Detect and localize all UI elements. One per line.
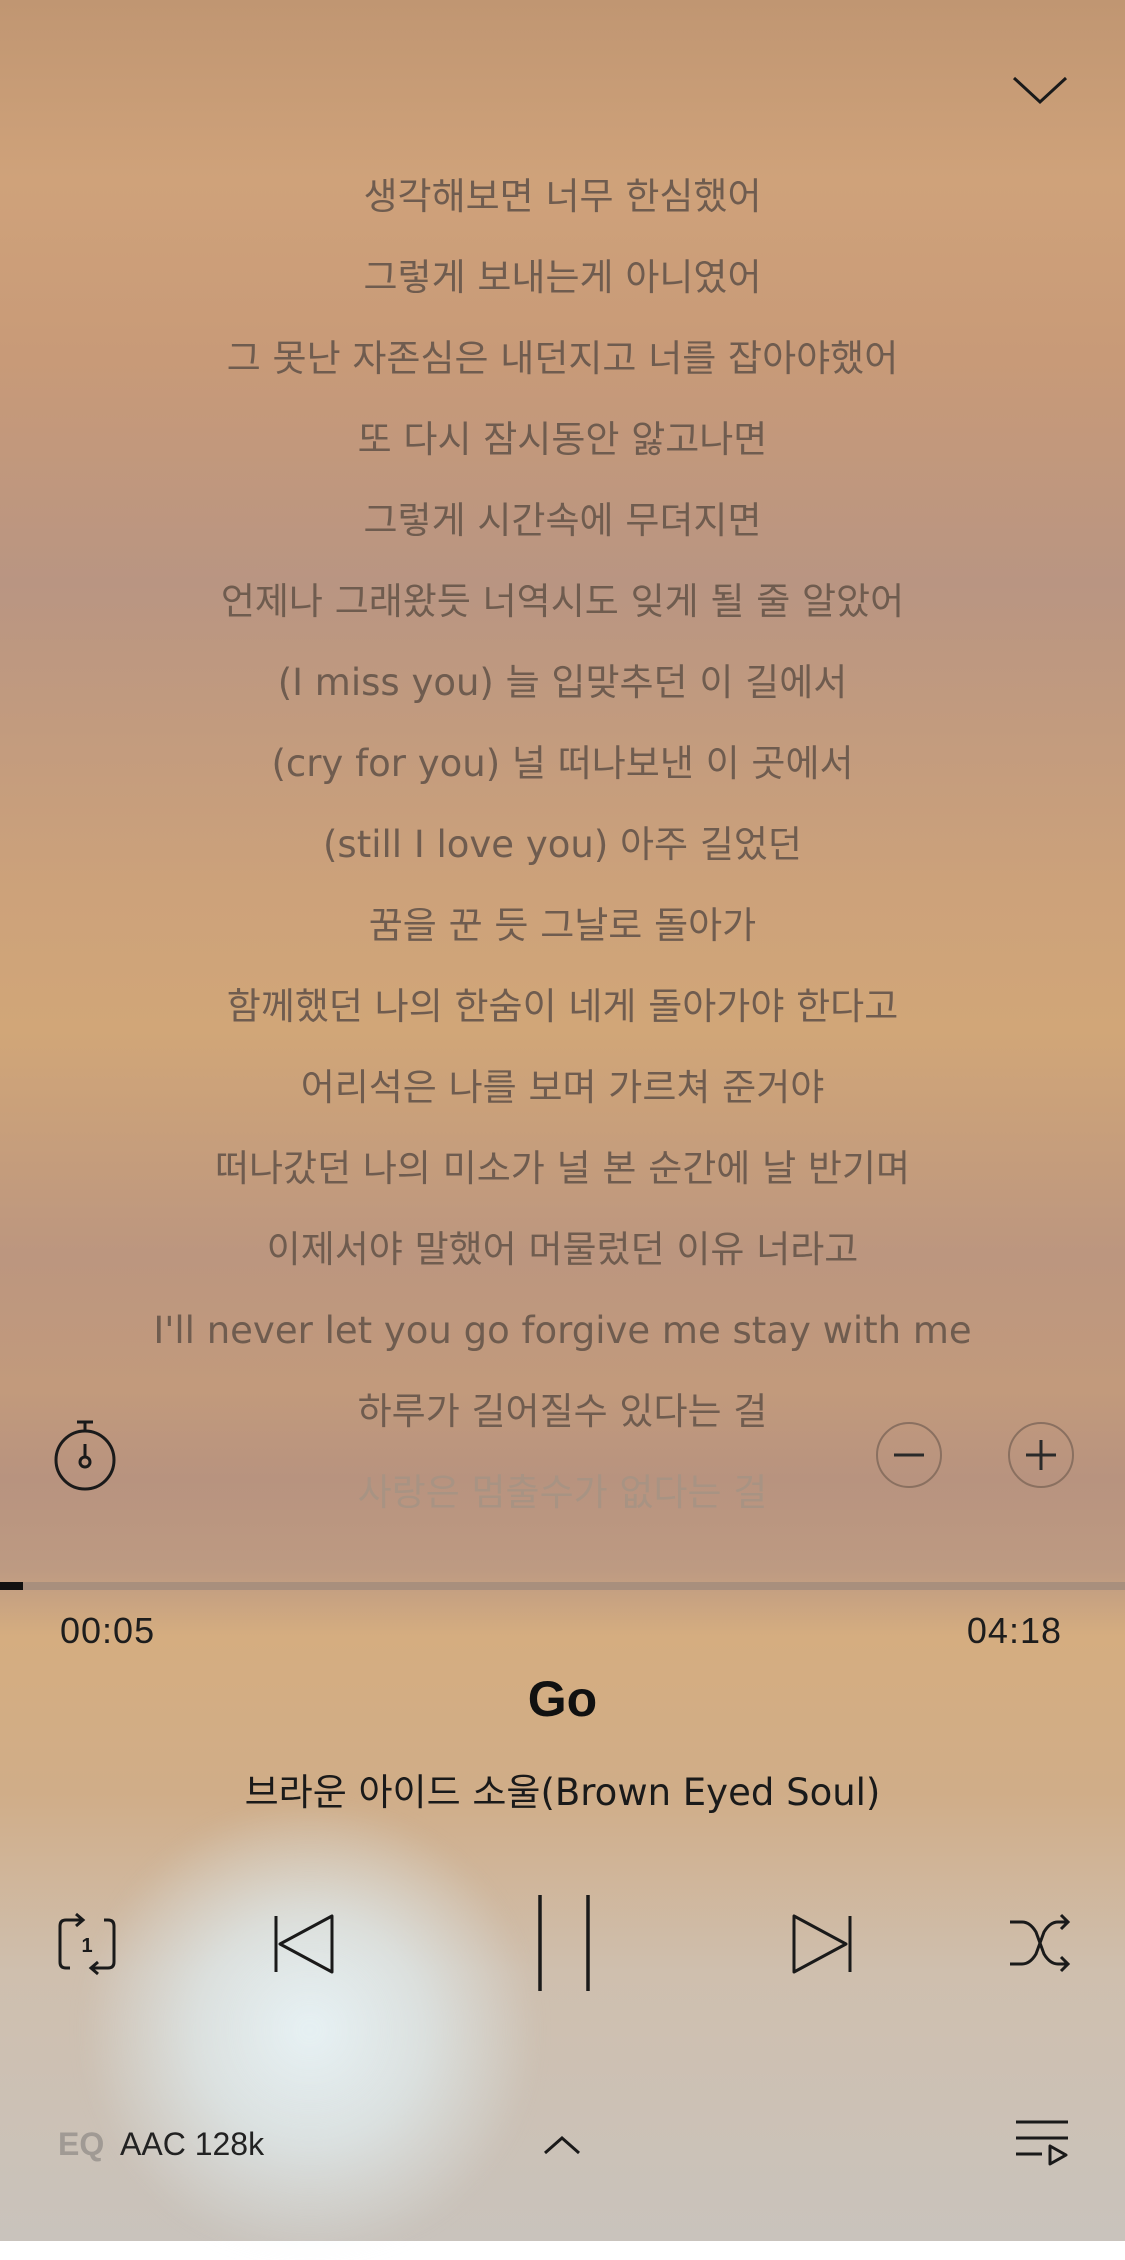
shuffle-button[interactable]	[1008, 1912, 1072, 1974]
playlist-icon	[1016, 2120, 1068, 2166]
plus-icon	[1026, 1440, 1056, 1470]
background-glow	[80, 1800, 540, 2260]
expand-button[interactable]	[542, 2134, 582, 2156]
lyrics-panel[interactable]: 생각해보면 너무 한심했어 그렇게 보내는게 아니였어 그 못난 자존심은 내던…	[0, 162, 1125, 1539]
progress-bar[interactable]	[0, 1582, 1125, 1590]
decrease-lyric-size-button[interactable]	[876, 1422, 942, 1488]
collapse-button[interactable]	[1010, 70, 1070, 110]
progress-fill	[0, 1582, 23, 1590]
repeat-one-icon: 1	[58, 1912, 116, 1976]
lyric-line: 어리석은 나를 보며 가르쳐 준거야	[300, 1066, 825, 1109]
lyric-line: 이제서야 말했어 머물렀던 이유 너라고	[266, 1228, 859, 1271]
lyric-line: (still I love you) 아주 길었던	[323, 823, 802, 866]
repeat-button[interactable]: 1	[56, 1912, 118, 1976]
lyric-line: 또 다시 잠시동안 앓고나면	[357, 418, 768, 461]
lyric-line: 사랑은 멈출수가 없다는 걸	[357, 1471, 768, 1514]
lyric-line: 그렇게 보내는게 아니였어	[363, 256, 762, 299]
lyric-line: 꿈을 꾼 듯 그날로 돌아가	[368, 904, 757, 947]
sleep-timer-button[interactable]	[52, 1418, 118, 1492]
lyric-line: 하루가 길어질수 있다는 걸	[357, 1390, 768, 1433]
shuffle-icon	[1010, 1913, 1071, 1973]
song-title: Go	[527, 1671, 598, 1727]
chevron-up-icon	[544, 2135, 580, 2155]
lyric-line: 떠나갔던 나의 미소가 널 본 순간에 날 반기며	[214, 1147, 911, 1190]
total-duration: 04:18	[966, 1610, 1062, 1651]
pause-icon	[538, 1895, 590, 1991]
lyric-line: 그렇게 시간속에 무뎌지면	[363, 499, 762, 542]
chevron-down-icon	[1012, 76, 1068, 105]
artist-name[interactable]: 브라운 아이드 소울(Brown Eyed Soul)	[0, 1762, 1125, 1816]
svg-text:1: 1	[81, 1935, 92, 1957]
lyric-line: (cry for you) 널 떠나보낸 이 곳에서	[271, 742, 854, 785]
timer-icon	[54, 1420, 116, 1491]
next-button[interactable]	[790, 1912, 854, 1976]
lyric-line: 생각해보면 너무 한심했어	[363, 175, 762, 218]
pause-button[interactable]	[534, 1892, 594, 1994]
lyric-line: 언제나 그래왔듯 너역시도 잊게 될 줄 알았어	[220, 580, 905, 623]
lyric-line: I'll never let you go forgive me stay wi…	[153, 1309, 972, 1352]
eq-button[interactable]: EQ	[58, 2126, 104, 2163]
previous-button[interactable]	[272, 1912, 336, 1976]
next-track-icon	[792, 1914, 852, 1974]
increase-lyric-size-button[interactable]	[1008, 1422, 1074, 1488]
lyric-line: 그 못난 자존심은 내던지고 너를 잡아야했어	[226, 337, 899, 380]
elapsed-time: 00:05	[60, 1610, 156, 1651]
minus-icon	[894, 1453, 924, 1457]
lyric-line: (I miss you) 늘 입맞추던 이 길에서	[277, 661, 848, 704]
playlist-button[interactable]	[1014, 2118, 1070, 2170]
lyric-line: 함께했던 나의 한숨이 네게 돌아가야 한다고	[226, 985, 899, 1028]
previous-track-icon	[274, 1914, 334, 1974]
audio-quality-label: AAC 128k	[120, 2126, 265, 2162]
